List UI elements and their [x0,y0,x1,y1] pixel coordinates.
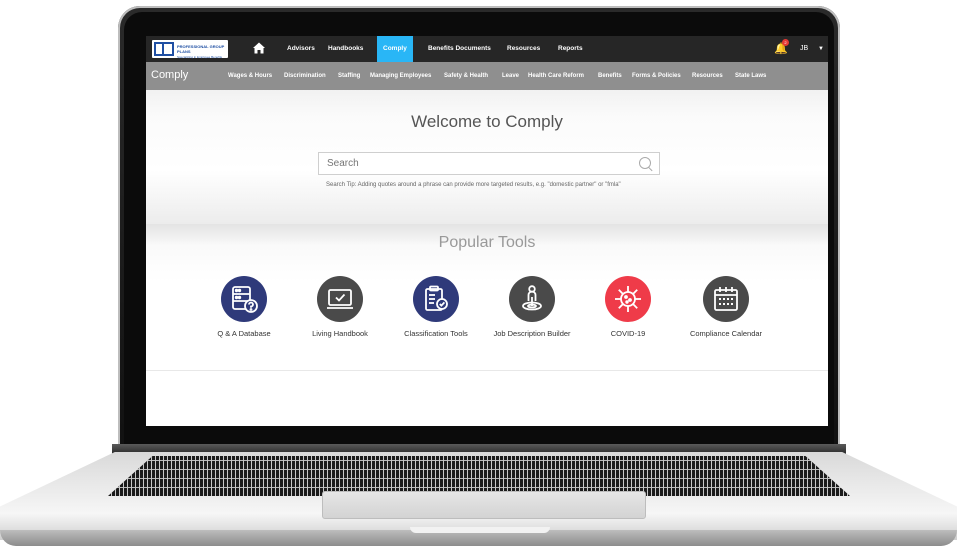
subnav-benefits[interactable]: Benefits [598,62,622,91]
search-tip: Search Tip: Adding quotes around a phras… [326,182,621,188]
tool-qa-database[interactable]: Q & A Database [204,276,284,339]
subnav-forms-policies[interactable]: Forms & Policies [632,62,681,91]
chevron-down-icon[interactable]: ▼ [818,36,824,62]
logo-text: PROFESSIONAL GROUP PLANS [177,44,225,54]
logo-mark-icon [154,42,174,56]
laptop-trackpad [322,491,646,519]
laptop-notch [410,527,550,533]
page-title: Welcome to Comply [411,112,563,131]
top-navigation-bar: PROFESSIONAL GROUP PLANS Specializing in… [146,36,828,62]
tool-covid-19[interactable]: COVID-19 [588,276,668,339]
section-title: Comply [151,69,189,81]
subnav-state-laws[interactable]: State Laws [735,62,766,91]
tool-label: COVID-19 [610,329,646,338]
nav-comply[interactable]: Comply [377,36,413,62]
notification-badge: 2 [782,39,789,46]
popular-tools-title: Popular Tools [438,234,536,251]
subnav-staffing[interactable]: Staffing [338,62,360,91]
tool-label: Classification Tools [404,329,468,338]
person-pin-icon[interactable] [509,276,555,322]
user-menu[interactable]: JB [800,36,808,62]
search-icon[interactable] [639,157,651,169]
section-divider [146,370,828,371]
clipboard-check-icon[interactable] [413,276,459,322]
tool-classification-tools[interactable]: Classification Tools [396,276,476,339]
nav-handbooks[interactable]: Handbooks [328,36,363,62]
tool-label: Compliance Calendar [689,329,763,338]
tool-compliance-calendar[interactable]: Compliance Calendar [686,276,766,339]
subnav-discrimination[interactable]: Discrimination [284,62,326,91]
nav-reports[interactable]: Reports [558,36,583,62]
laptop-keyboard [108,456,850,496]
subnav-wages-hours[interactable]: Wages & Hours [228,62,272,91]
tool-label: Job Description Builder [493,329,571,338]
subnav-health-care-reform[interactable]: Health Care Reform [528,62,584,91]
subnav-managing-employees[interactable]: Managing Employees [370,62,431,91]
virus-icon[interactable] [605,276,651,322]
search-input[interactable] [318,152,660,175]
tool-job-description-builder[interactable]: Job Description Builder [492,276,572,339]
app-screen: PROFESSIONAL GROUP PLANS Specializing in… [146,36,828,426]
tool-label: Q & A Database [217,329,271,338]
comply-subnav: Comply Wages & Hours Discrimination Staf… [146,62,828,90]
nav-benefits-documents[interactable]: Benefits Documents [428,36,491,62]
tool-label: Living Handbook [312,329,368,338]
company-logo[interactable]: PROFESSIONAL GROUP PLANS Specializing in… [152,40,228,59]
home-icon[interactable] [252,41,266,55]
database-question-icon[interactable] [221,276,267,322]
calendar-icon[interactable] [703,276,749,322]
nav-resources[interactable]: Resources [507,36,540,62]
laptop-check-icon[interactable] [317,276,363,322]
subnav-leave[interactable]: Leave [502,62,519,91]
logo-subtext: Specializing in Employee Benefits [177,55,223,59]
subnav-resources[interactable]: Resources [692,62,723,91]
tool-living-handbook[interactable]: Living Handbook [300,276,380,339]
subnav-safety-health[interactable]: Safety & Health [444,62,488,91]
nav-advisors[interactable]: Advisors [287,36,315,62]
